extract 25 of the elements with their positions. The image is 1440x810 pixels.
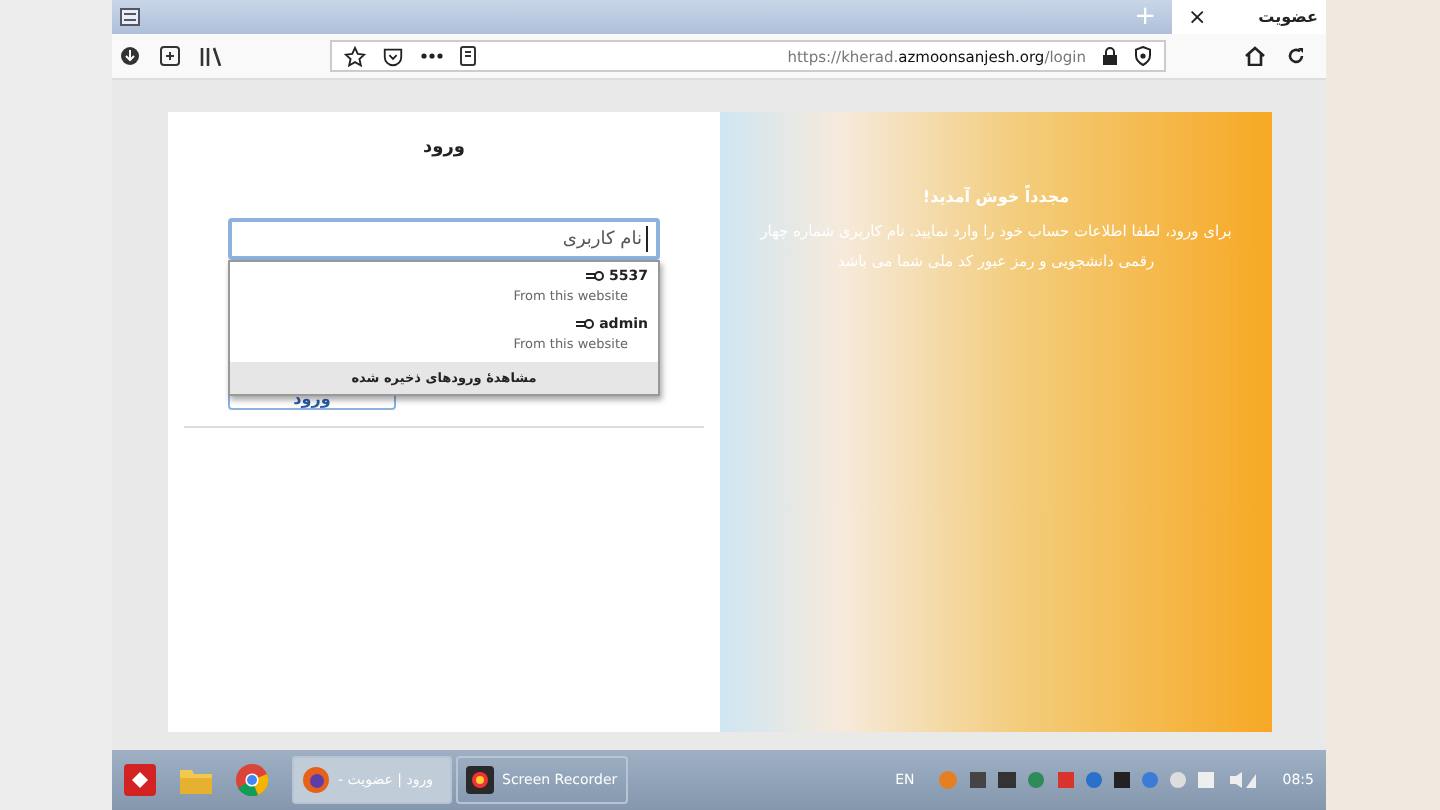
library-icon[interactable] xyxy=(200,46,222,66)
more-icon[interactable] xyxy=(420,52,444,60)
key-icon xyxy=(575,318,594,330)
tray-icons[interactable] xyxy=(938,770,1259,790)
tab-list-icon[interactable] xyxy=(120,8,140,26)
tab-title: عضویت xyxy=(1258,8,1318,26)
page-icon xyxy=(460,46,476,66)
home-icon[interactable] xyxy=(1244,46,1266,66)
start-icon[interactable] xyxy=(124,764,156,796)
browser-tab[interactable]: × عضویت xyxy=(1172,0,1326,34)
lock-icon[interactable] xyxy=(1102,46,1118,66)
star-icon[interactable] xyxy=(344,45,366,67)
app-icon xyxy=(302,766,330,794)
login-title: ورود xyxy=(423,138,465,158)
shield-icon[interactable] xyxy=(1134,46,1152,66)
reload-icon[interactable] xyxy=(1286,46,1306,66)
app-icon xyxy=(466,766,494,794)
close-tab-button[interactable]: × xyxy=(1188,4,1207,30)
username-field[interactable]: نام کاربری xyxy=(228,218,660,260)
chrome-icon[interactable] xyxy=(236,764,268,796)
download-icon[interactable] xyxy=(120,46,140,66)
welcome-title: مجدداً خوش آمدید! xyxy=(922,188,1070,206)
pocket-icon[interactable] xyxy=(382,45,404,67)
sidebar-icon[interactable] xyxy=(160,46,180,66)
key-icon xyxy=(585,270,604,282)
